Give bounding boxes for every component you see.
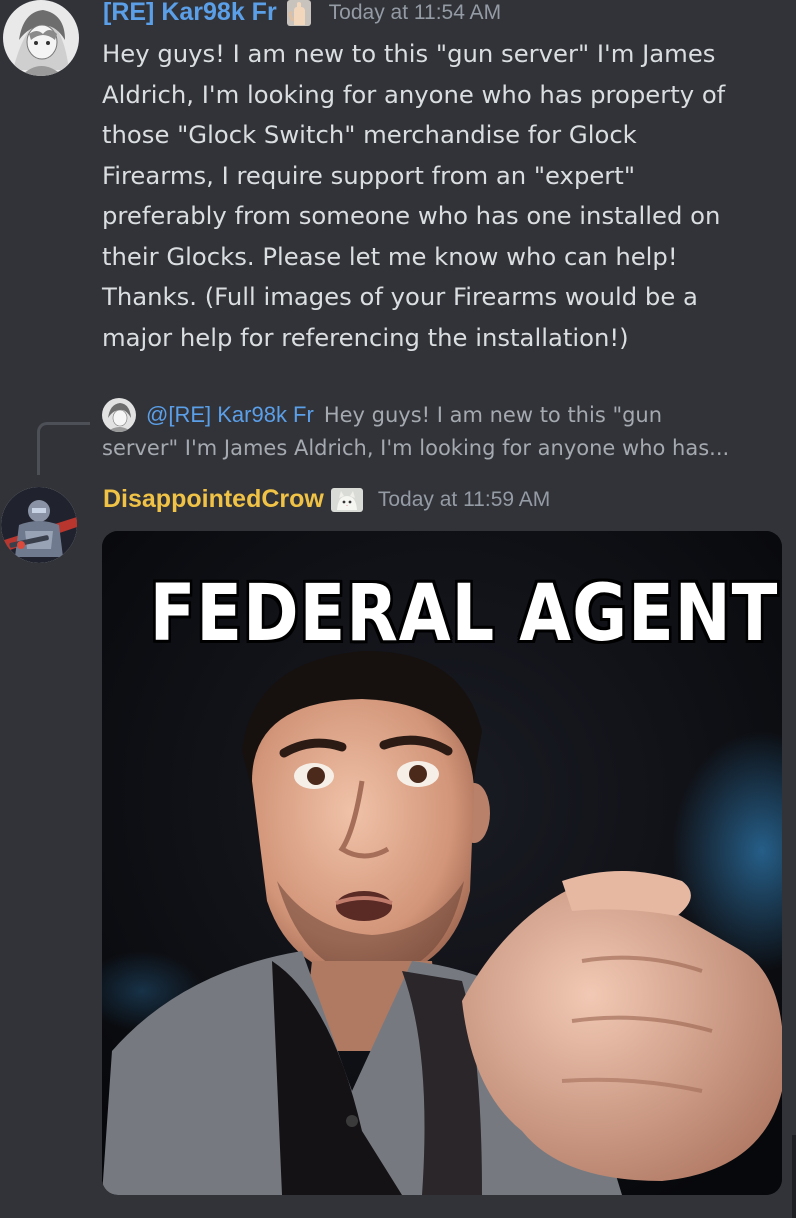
message-line: Firearms, I require support from an "exp… <box>102 160 636 190</box>
anime-character-avatar-icon <box>3 0 79 76</box>
kar98k-avatar[interactable] <box>3 0 79 76</box>
username-kar98k[interactable]: [RE] Kar98k Fr <box>103 0 277 27</box>
message-line: their Glocks. Please let me know who can… <box>102 241 678 271</box>
reply-preview-text: Hey guys! I am new to this "gun <box>323 403 663 427</box>
reply-avatar-icon <box>102 398 136 432</box>
reply-preview-text-2: server" I'm James Aldrich, I'm looking f… <box>102 436 730 460</box>
meme-caption: FEDERAL AGENT <box>149 569 779 659</box>
reply-preview[interactable]: @[RE] Kar98k Fr Hey guys! I am new to th… <box>102 398 662 432</box>
message-line: those "Glock Switch" merchandise for Glo… <box>102 120 637 149</box>
armored-soldier-avatar-icon <box>1 487 77 563</box>
message-line: Thanks. (Full images of your Firearms wo… <box>102 282 698 311</box>
meme-image-attachment[interactable]: FEDERAL AGENT <box>102 531 782 1195</box>
message-1-header: [RE] Kar98k Fr Today at 11:54 AM <box>103 0 501 27</box>
disappointedcrow-avatar[interactable] <box>1 487 77 563</box>
reply-mention[interactable]: @[RE] Kar98k Fr <box>146 402 314 428</box>
hand-icon <box>283 0 315 27</box>
message-2-header: DisappointedCrow Today at 11:59 AM <box>103 485 550 514</box>
timestamp: Today at 11:59 AM <box>377 487 551 511</box>
scrollbar-edge[interactable] <box>792 1135 796 1218</box>
timestamp: Today at 11:54 AM <box>328 0 502 24</box>
message-line: preferably from someone who has one inst… <box>102 201 721 230</box>
message-line: major help for referencing the installat… <box>102 322 629 352</box>
cat-icon <box>330 486 364 514</box>
message-1-text: Hey guys! I am new to this "gun server" … <box>102 34 782 358</box>
message-line: Aldrich, I'm looking for anyone who has … <box>102 79 726 109</box>
message-line: Hey guys! I am new to this "gun server" … <box>102 39 716 68</box>
reply-spine <box>37 422 90 475</box>
username-disappointedcrow[interactable]: DisappointedCrow <box>103 485 324 514</box>
